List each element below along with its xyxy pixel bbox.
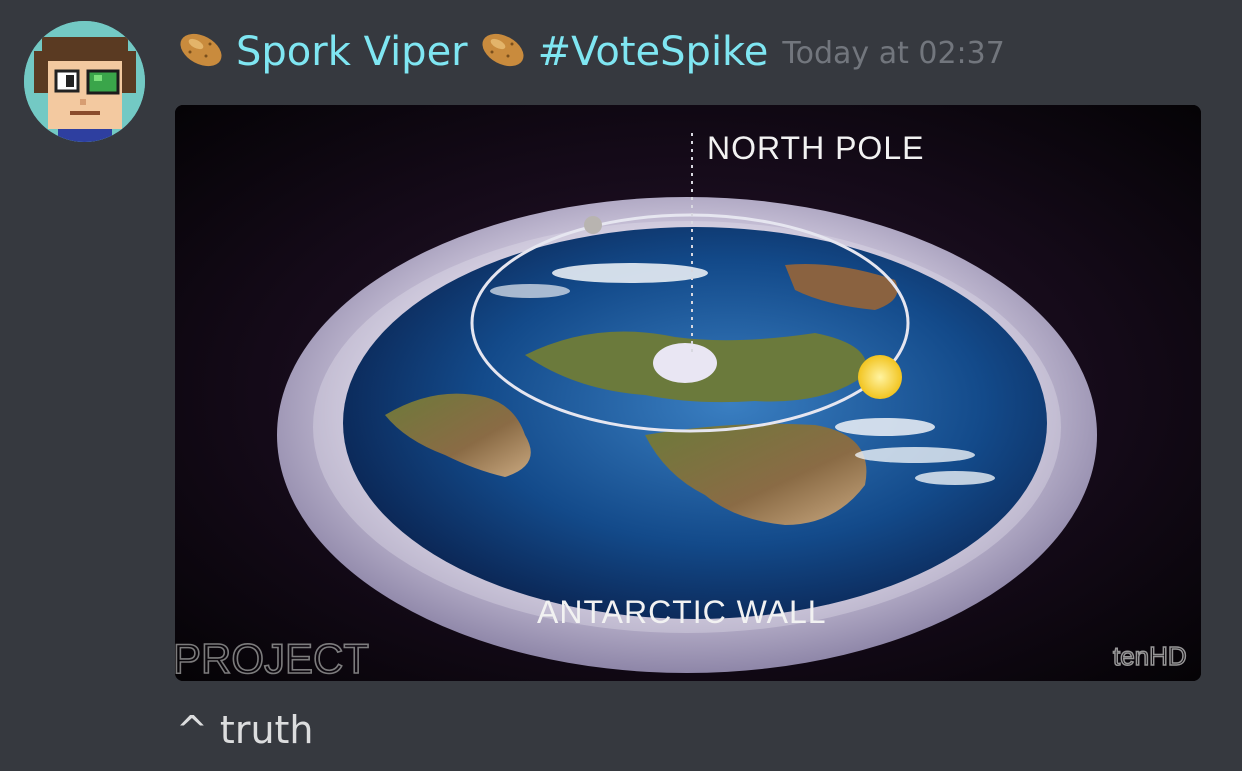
potato-icon: [478, 30, 528, 74]
antarctic-wall-label: ANTARCTIC WALL: [537, 594, 827, 630]
message-timestamp[interactable]: Today at 02:37: [782, 24, 1004, 84]
north-pole-label: NORTH POLE: [707, 130, 924, 166]
author-name[interactable]: Spork Viper: [236, 22, 468, 82]
message-content: ^ truth: [176, 708, 314, 752]
potato-icon: [176, 30, 226, 74]
watermark-ten-hd: tenHD: [1113, 641, 1187, 671]
user-avatar[interactable]: [24, 21, 145, 142]
author-tag[interactable]: #VoteSpike: [538, 22, 769, 82]
chat-message: Spork Viper #VoteSpike Today at 02:37 NO…: [0, 0, 1242, 771]
image-attachment[interactable]: NORTH POLE ANTARCTIC WALL PROJECT tenHD: [175, 105, 1201, 681]
watermark-project: PROJECT: [175, 635, 369, 681]
message-header: Spork Viper #VoteSpike Today at 02:37: [176, 22, 1005, 82]
